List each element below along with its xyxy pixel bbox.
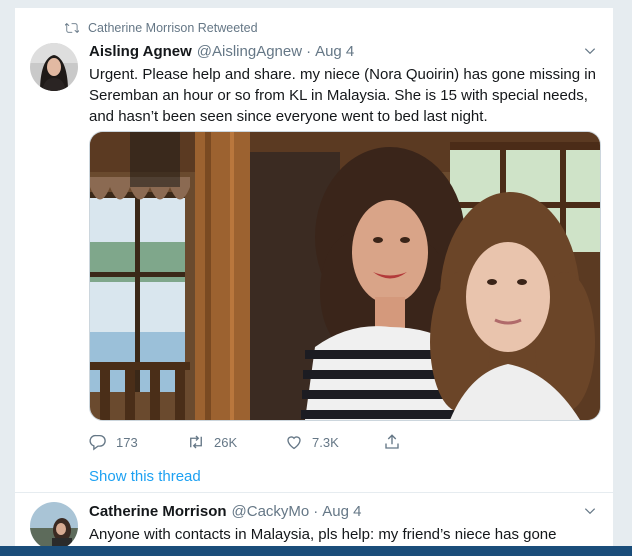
retweet-context-label: Catherine Morrison Retweeted <box>88 21 258 35</box>
share-button[interactable] <box>383 433 410 451</box>
author-handle[interactable]: @CackyMo <box>232 503 310 520</box>
tweet[interactable]: Catherine Morrison Retweeted Aisling Agn… <box>15 8 613 493</box>
reply-count: 173 <box>116 434 138 450</box>
avatar[interactable] <box>30 502 78 550</box>
reply-icon <box>89 433 107 451</box>
taskbar-edge <box>0 546 632 556</box>
retweet-icon <box>187 433 205 451</box>
like-button[interactable]: 7.3K <box>285 433 383 451</box>
timeline: Catherine Morrison Retweeted Aisling Agn… <box>14 0 614 556</box>
author-name[interactable]: Catherine Morrison <box>89 503 227 520</box>
heart-icon <box>285 433 303 451</box>
separator: · <box>313 502 319 520</box>
reply-button[interactable]: 173 <box>89 433 187 451</box>
retweet-button[interactable]: 26K <box>187 433 285 451</box>
avatar[interactable] <box>30 43 78 91</box>
chevron-down-icon[interactable] <box>583 44 597 58</box>
show-thread-link[interactable]: Show this thread <box>89 468 201 485</box>
like-count: 7.3K <box>312 434 339 450</box>
retweet-context[interactable]: Catherine Morrison Retweeted <box>65 20 258 36</box>
tweet-text: Urgent. Please help and share. my niece … <box>89 66 596 125</box>
author-name[interactable]: Aisling Agnew <box>89 43 192 60</box>
tweet-photo[interactable] <box>89 131 601 421</box>
tweet-header: Catherine Morrison @CackyMo · Aug 4 <box>89 501 597 521</box>
tweet-text: Anyone with contacts in Malaysia, pls he… <box>89 526 557 543</box>
retweet-icon <box>65 21 79 35</box>
tweet-header: Aisling Agnew @AislingAgnew · Aug 4 <box>89 41 597 61</box>
tweet-actions: 173 26K 7.3K <box>89 431 509 453</box>
author-handle[interactable]: @AislingAgnew <box>197 43 302 60</box>
timeline-top-gap <box>15 0 613 8</box>
separator: · <box>306 42 312 60</box>
tweet-date[interactable]: Aug 4 <box>315 43 354 60</box>
chevron-down-icon[interactable] <box>583 504 597 518</box>
tweet-date[interactable]: Aug 4 <box>322 503 361 520</box>
retweet-count: 26K <box>214 434 238 450</box>
share-icon <box>383 433 401 451</box>
